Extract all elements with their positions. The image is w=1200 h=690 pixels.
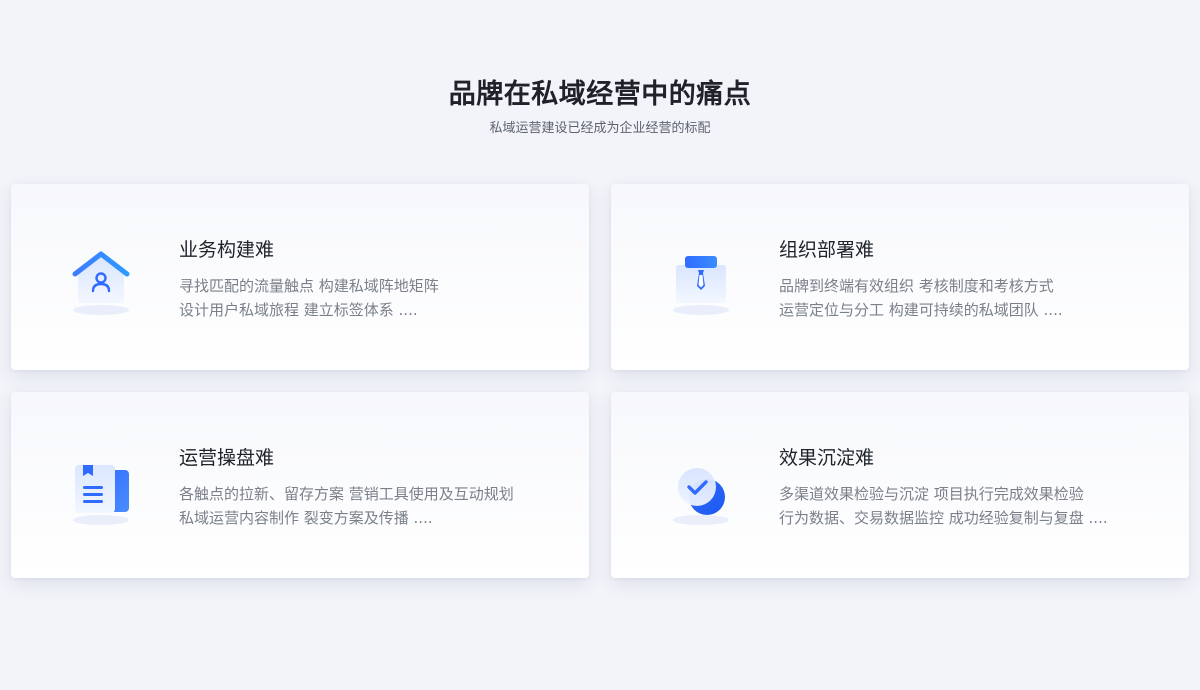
pain-points-section: 品牌在私域经营中的痛点 私域运营建设已经成为企业经营的标配 业务构建难 寻找匹配…	[0, 0, 1200, 690]
section-title: 品牌在私域经营中的痛点	[448, 79, 752, 110]
check-circle-icon	[661, 448, 741, 528]
card-title: 效果沉淀难	[779, 447, 875, 469]
card-title: 业务构建难	[179, 239, 275, 261]
section-subtitle: 私域运营建设已经成为企业经营的标配	[489, 121, 711, 136]
card-description-line: 多渠道效果检验与沉淀 项目执行完成效果检验	[779, 485, 1084, 503]
document-list-icon	[61, 448, 141, 528]
card-business-build: 业务构建难 寻找匹配的流量触点 构建私域阵地矩阵 设计用户私域旅程 建立标签体系…	[11, 184, 589, 370]
card-description-line: 运营定位与分工 构建可持续的私域团队 ....	[779, 301, 1063, 319]
briefcase-tie-icon	[661, 240, 741, 320]
card-title: 组织部署难	[779, 239, 875, 261]
card-organization-deploy: 组织部署难 品牌到终端有效组织 考核制度和考核方式 运营定位与分工 构建可持续的…	[611, 184, 1189, 370]
card-description-line: 行为数据、交易数据监控 成功经验复制与复盘 ....	[779, 509, 1108, 527]
card-results-settle: 效果沉淀难 多渠道效果检验与沉淀 项目执行完成效果检验 行为数据、交易数据监控 …	[611, 392, 1189, 578]
card-title: 运营操盘难	[179, 447, 275, 469]
card-description-line: 寻找匹配的流量触点 构建私域阵地矩阵	[179, 277, 439, 295]
card-description-line: 各触点的拉新、留存方案 营销工具使用及互动规划	[179, 485, 514, 503]
card-description-line: 私域运营内容制作 裂变方案及传播 ....	[179, 509, 433, 527]
card-description-line: 设计用户私域旅程 建立标签体系 ....	[179, 301, 418, 319]
card-description-line: 品牌到终端有效组织 考核制度和考核方式	[779, 277, 1054, 295]
card-operation-control: 运营操盘难 各触点的拉新、留存方案 营销工具使用及互动规划 私域运营内容制作 裂…	[11, 392, 589, 578]
house-person-icon	[61, 240, 141, 320]
